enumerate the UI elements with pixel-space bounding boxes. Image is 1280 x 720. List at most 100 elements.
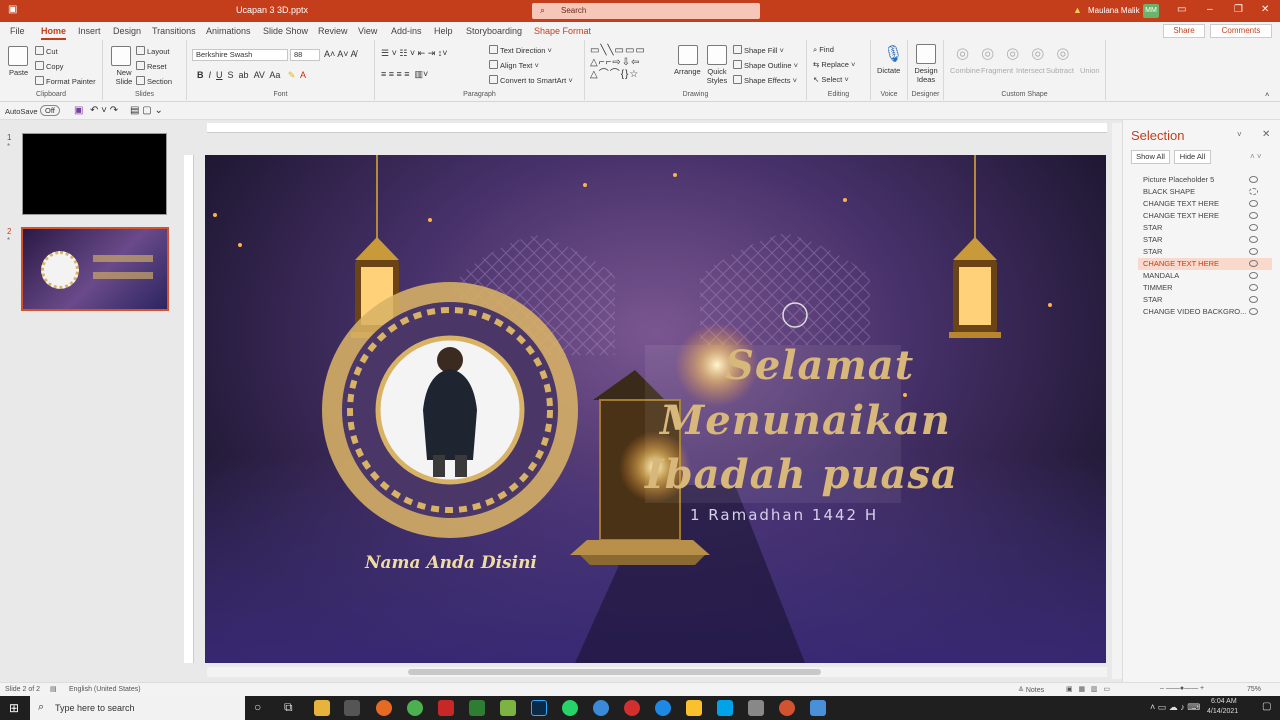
- file-explorer-icon[interactable]: [314, 700, 330, 716]
- ribbon-display-icon[interactable]: ▭: [1177, 4, 1186, 15]
- pane-options-icon[interactable]: ˅: [1237, 130, 1242, 139]
- comments-button[interactable]: Comments: [1210, 24, 1272, 38]
- selection-item[interactable]: CHANGE TEXT HERE: [1138, 198, 1272, 210]
- slide-canvas[interactable]: Selamat Menunaikan Ibadah puasa 1 Ramadh…: [205, 155, 1106, 663]
- visibility-eye-icon[interactable]: [1249, 248, 1258, 255]
- design-ideas-button[interactable]: Design Ideas: [912, 66, 940, 84]
- selection-item[interactable]: STAR: [1138, 246, 1272, 258]
- tab-home[interactable]: Home: [41, 26, 67, 40]
- find-button[interactable]: ⌕ Find: [813, 45, 834, 55]
- clock-time[interactable]: 6:04 AM: [1211, 698, 1237, 705]
- notes-button[interactable]: ≙ Notes: [1018, 686, 1044, 694]
- tray-icons[interactable]: ˄ ▭ ☁ ♪ ⌨: [1150, 702, 1200, 713]
- cortana-icon[interactable]: ○: [254, 700, 261, 714]
- dictate-button[interactable]: Dictate: [877, 66, 900, 75]
- notification-icon[interactable]: ▢: [1262, 701, 1271, 712]
- selection-item[interactable]: TIMMER: [1138, 282, 1272, 294]
- design-ideas-icon[interactable]: [916, 44, 936, 64]
- shapes-gallery[interactable]: ▭╲╲▭▭▭ △⌐⌐⇨⇩⇦ △⌒⌒{}☆: [590, 45, 672, 81]
- select-button[interactable]: ↖ Select ˅: [813, 75, 849, 84]
- visibility-eye-icon[interactable]: [1249, 284, 1258, 291]
- hide-all-button[interactable]: Hide All: [1174, 150, 1211, 164]
- text-direction-button[interactable]: Text Direction ˅: [489, 45, 552, 55]
- filezilla-icon[interactable]: [438, 700, 454, 716]
- search-box[interactable]: ⌕ Search: [532, 3, 760, 19]
- tab-slide-show[interactable]: Slide Show: [263, 26, 308, 36]
- visibility-eye-icon[interactable]: [1249, 236, 1258, 243]
- section-button[interactable]: Section: [136, 76, 172, 86]
- font-grow-icon[interactable]: A˄ A˅ A̸: [324, 49, 357, 59]
- autosave-toggle[interactable]: Off: [40, 105, 60, 116]
- slide-text-line-1[interactable]: Selamat: [725, 342, 914, 389]
- quick-styles-icon[interactable]: [707, 45, 727, 65]
- chrome-icon[interactable]: [407, 700, 423, 716]
- tab-file[interactable]: File: [10, 26, 25, 36]
- layout-button[interactable]: Layout: [136, 46, 170, 56]
- tab-insert[interactable]: Insert: [78, 26, 101, 36]
- microphone-icon[interactable]: 🎙: [883, 44, 903, 64]
- slide-thumbnail-1[interactable]: [22, 133, 167, 215]
- tab-storyboarding[interactable]: Storyboarding: [466, 26, 522, 36]
- user-name[interactable]: Maulana Malik: [1088, 6, 1140, 15]
- slide-text-line-3[interactable]: Ibadah puasa: [645, 451, 958, 498]
- arrange-icon[interactable]: [678, 45, 698, 65]
- tab-review[interactable]: Review: [318, 26, 348, 36]
- tab-add-ins[interactable]: Add-ins: [391, 26, 422, 36]
- union-button[interactable]: Union: [1080, 66, 1100, 75]
- tab-help[interactable]: Help: [434, 26, 453, 36]
- share-button[interactable]: Share: [1163, 24, 1205, 38]
- spellcheck-icon[interactable]: ▤: [50, 685, 57, 693]
- close-icon[interactable]: ✕: [1261, 4, 1269, 15]
- fragment-button[interactable]: Fragment: [981, 66, 1013, 75]
- slide-thumbnail-2[interactable]: [21, 227, 169, 311]
- combine-button[interactable]: Combine: [950, 66, 980, 75]
- taskbar-search[interactable]: ⌕ Type here to search: [30, 696, 245, 720]
- visibility-eye-icon[interactable]: [1249, 176, 1258, 183]
- sticky-notes-icon[interactable]: [686, 700, 702, 716]
- selection-item[interactable]: MANDALA: [1138, 270, 1272, 282]
- slide-date[interactable]: 1 Ramadhan 1442 H: [690, 506, 878, 524]
- reset-button[interactable]: Reset: [136, 61, 167, 71]
- selection-item[interactable]: STAR: [1138, 294, 1272, 306]
- visibility-eye-icon[interactable]: [1249, 308, 1258, 315]
- restore-icon[interactable]: ❐: [1234, 4, 1243, 15]
- language[interactable]: English (United States): [69, 686, 141, 693]
- subtract-button[interactable]: Subtract: [1046, 66, 1074, 75]
- tab-animations[interactable]: Animations: [206, 26, 251, 36]
- intersect-button[interactable]: Intersect: [1016, 66, 1045, 75]
- new-slide-button[interactable]: New Slide: [109, 68, 139, 86]
- show-all-button[interactable]: Show All: [1131, 150, 1170, 164]
- cut-button[interactable]: Cut: [35, 46, 58, 56]
- selection-item[interactable]: STAR: [1138, 234, 1272, 246]
- avatar[interactable]: MM: [1143, 4, 1159, 18]
- selection-item-selected[interactable]: CHANGE TEXT HERE: [1138, 258, 1272, 270]
- selection-item[interactable]: BLACK SHAPE: [1138, 186, 1272, 198]
- visibility-eye-icon[interactable]: [1249, 296, 1258, 303]
- visibility-eye-icon[interactable]: [1249, 200, 1258, 207]
- font-family-box[interactable]: Berkshire Swash: [192, 49, 288, 61]
- quick-styles-button[interactable]: Quick Styles: [703, 67, 731, 85]
- windows-start-icon[interactable]: ⊞: [9, 701, 19, 715]
- font-format-icons[interactable]: B I U S ab AV Aa ✎ A: [197, 70, 306, 81]
- tab-design[interactable]: Design: [113, 26, 141, 36]
- save-icon[interactable]: ▣: [74, 105, 83, 116]
- shape-outline-button[interactable]: Shape Outline ˅: [733, 60, 798, 70]
- align-text-button[interactable]: Align Text ˅: [489, 60, 539, 70]
- hidden-eye-icon[interactable]: [1249, 188, 1258, 195]
- powerpoint-icon[interactable]: [779, 700, 795, 716]
- font-size-box[interactable]: 88: [290, 49, 320, 61]
- format-painter-button[interactable]: Format Painter: [35, 76, 96, 86]
- present-icon[interactable]: ▤ ▢ ⌄: [130, 105, 163, 116]
- firefox-icon[interactable]: [376, 700, 392, 716]
- selection-item[interactable]: Picture Placeholder 5: [1138, 174, 1272, 186]
- photos-icon[interactable]: [810, 700, 826, 716]
- arrange-button[interactable]: Arrange: [674, 67, 701, 76]
- task-view-icon[interactable]: ⧉: [284, 700, 293, 715]
- visibility-eye-icon[interactable]: [1249, 260, 1258, 267]
- list-icons[interactable]: ☰ ˅ ☷ ˅ ⇤ ⇥ ↕˅: [381, 48, 448, 59]
- photoshop-icon[interactable]: [531, 700, 547, 716]
- minimize-icon[interactable]: –: [1207, 4, 1213, 15]
- selection-item[interactable]: CHANGE VIDEO BACKGRO...: [1138, 306, 1272, 318]
- undo-icon[interactable]: ↶ ˅ ↷: [90, 105, 118, 116]
- horizontal-scroll-thumb[interactable]: [408, 669, 821, 675]
